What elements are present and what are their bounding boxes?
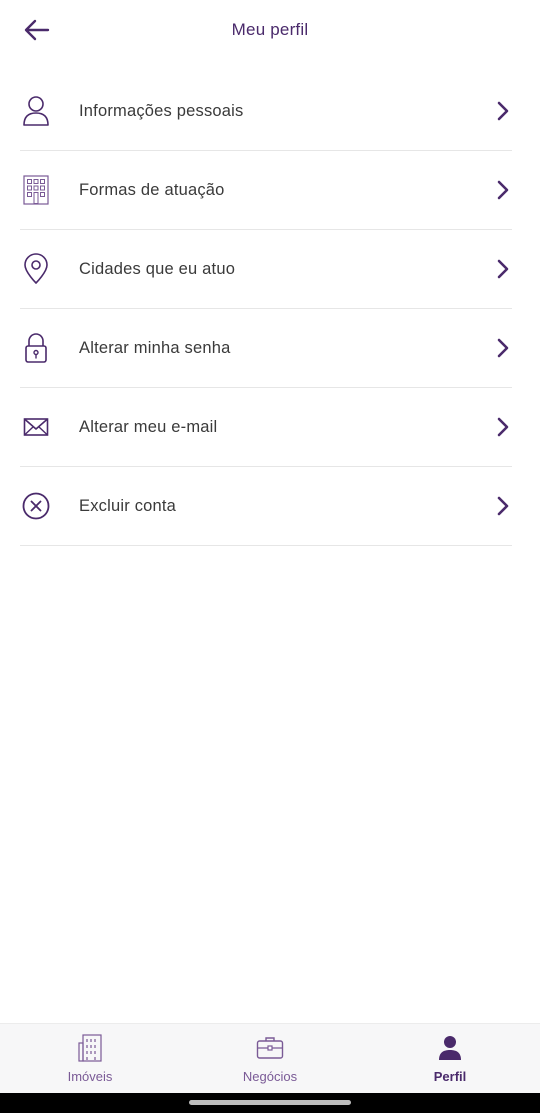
briefcase-icon xyxy=(256,1034,284,1062)
chevron-right-icon xyxy=(494,100,512,122)
nav-item-negocios[interactable]: Negócios xyxy=(180,1024,360,1093)
system-navigation-bar xyxy=(0,1093,540,1113)
home-indicator[interactable] xyxy=(189,1100,351,1105)
top-app-bar: Meu perfil xyxy=(0,0,540,62)
menu-item-personal-info[interactable]: Informações pessoais xyxy=(20,72,512,151)
user-icon xyxy=(20,95,52,127)
building-icon xyxy=(76,1034,104,1062)
map-pin-icon xyxy=(20,253,52,285)
chevron-right-icon xyxy=(494,337,512,359)
chevron-right-icon xyxy=(494,258,512,280)
user-filled-icon xyxy=(436,1034,464,1062)
menu-item-label: Alterar minha senha xyxy=(79,338,231,357)
chevron-right-icon xyxy=(494,179,512,201)
nav-item-imoveis[interactable]: Imóveis xyxy=(0,1024,180,1093)
close-circle-icon xyxy=(20,490,52,522)
menu-item-delete-account[interactable]: Excluir conta xyxy=(20,467,512,546)
lock-icon xyxy=(20,332,52,364)
bottom-navigation: Imóveis Negócios Perfil xyxy=(0,1023,540,1093)
menu-item-label: Informações pessoais xyxy=(79,101,244,120)
chevron-right-icon xyxy=(494,416,512,438)
menu-item-label: Alterar meu e-mail xyxy=(79,417,218,436)
menu-item-change-password[interactable]: Alterar minha senha xyxy=(20,309,512,388)
menu-item-label: Cidades que eu atuo xyxy=(79,259,236,278)
building-icon xyxy=(20,174,52,206)
profile-menu-list: Informações pessoais Formas de atuação C… xyxy=(20,72,512,546)
nav-label: Negócios xyxy=(242,1069,298,1084)
nav-item-perfil[interactable]: Perfil xyxy=(360,1024,540,1093)
mail-icon xyxy=(20,411,52,443)
nav-label: Perfil xyxy=(433,1069,467,1084)
menu-item-work-modes[interactable]: Formas de atuação xyxy=(20,151,512,230)
menu-item-change-email[interactable]: Alterar meu e-mail xyxy=(20,388,512,467)
page-title: Meu perfil xyxy=(231,20,309,39)
chevron-right-icon xyxy=(494,495,512,517)
menu-item-label: Formas de atuação xyxy=(79,180,225,199)
nav-label: Imóveis xyxy=(67,1069,113,1084)
menu-item-cities[interactable]: Cidades que eu atuo xyxy=(20,230,512,309)
menu-item-label: Excluir conta xyxy=(79,496,177,515)
